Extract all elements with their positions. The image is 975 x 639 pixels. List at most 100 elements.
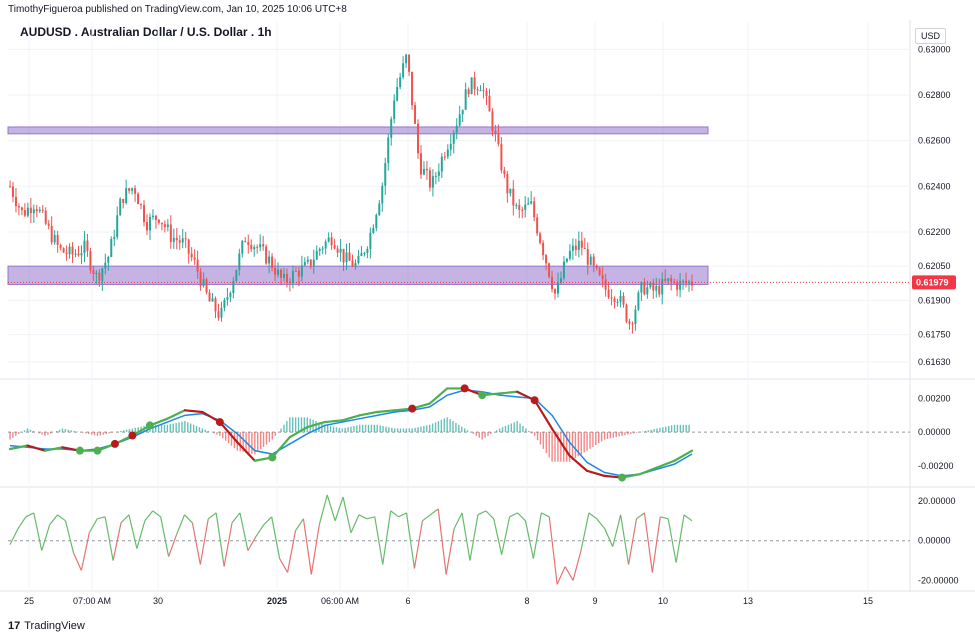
osc-line-segment	[239, 512, 249, 551]
osc-line-segment	[294, 518, 304, 532]
candle-body	[29, 207, 32, 214]
osc-line-segment	[477, 510, 487, 516]
candle-body	[515, 204, 518, 206]
osc-line-segment	[33, 512, 43, 551]
candle-body	[62, 248, 65, 253]
candle-body	[74, 253, 77, 255]
candle-body	[312, 259, 315, 266]
osc-line-segment	[651, 516, 661, 573]
macd-fast-line-segment	[166, 409, 186, 420]
candle-body	[253, 246, 256, 250]
osc-line-segment	[80, 532, 90, 571]
macd-cross-up-marker	[145, 421, 154, 430]
candle-body	[348, 252, 351, 261]
candle-body	[655, 285, 658, 291]
osc-line-segment	[41, 524, 51, 551]
footer: 17 TradingView	[8, 620, 85, 632]
candle-body	[104, 262, 107, 269]
candle-body	[598, 268, 601, 276]
candle-body	[303, 261, 306, 266]
candle-body	[345, 252, 348, 263]
candle-body	[661, 278, 664, 295]
candle-body	[166, 224, 169, 227]
candle-body	[434, 175, 437, 177]
macd-tick-label: -0.00200	[918, 461, 954, 471]
osc-line-segment	[64, 520, 75, 553]
candle-body	[336, 248, 339, 253]
osc-line-segment	[310, 524, 320, 575]
candle-body	[211, 298, 214, 302]
candle-body	[467, 89, 470, 95]
osc-line-segment	[509, 512, 518, 518]
candle-body	[119, 198, 122, 216]
candle-body	[175, 237, 178, 241]
candle-body	[625, 304, 628, 322]
candle-body	[518, 204, 521, 210]
candle-body	[485, 91, 488, 96]
candle-body	[190, 253, 193, 258]
osc-line-segment	[612, 514, 622, 547]
candle-body	[160, 222, 163, 225]
candle-body	[360, 253, 363, 257]
osc-line-segment	[88, 518, 98, 534]
osc-line-segment	[49, 514, 59, 526]
price-tick-label: 0.61630	[918, 357, 951, 367]
osc-line-segment	[627, 518, 638, 565]
osc-line-segment	[580, 512, 590, 551]
candle-body	[613, 298, 616, 303]
candle-body	[297, 270, 300, 277]
candle-body	[306, 259, 309, 262]
candle-body	[196, 259, 199, 272]
candle-body	[154, 215, 157, 220]
time-tick-label: 2025	[267, 596, 287, 606]
osc-line-segment	[501, 516, 511, 555]
candle-body	[664, 278, 667, 281]
candle-body	[143, 205, 146, 223]
osc-line-segment	[398, 512, 407, 518]
candle-body	[556, 282, 559, 294]
candle-body	[140, 204, 143, 206]
candle-body	[122, 198, 125, 203]
macd-fast-line-segment	[638, 466, 659, 476]
candle-body	[440, 156, 443, 172]
candle-body	[339, 248, 342, 253]
candle-body	[214, 298, 217, 312]
candle-body	[324, 241, 327, 249]
candle-body	[548, 263, 551, 277]
osc-line-segment	[136, 520, 146, 549]
candle-body	[500, 143, 503, 171]
osc-line-segment	[461, 512, 471, 561]
price-tick-label: 0.62400	[918, 181, 951, 191]
price-tick-label: 0.62600	[918, 136, 951, 146]
candle-body	[384, 163, 387, 186]
candle-body	[277, 269, 280, 275]
candle-body	[342, 248, 345, 263]
macd-tick-label: 0.00000	[918, 427, 951, 437]
candle-body	[101, 268, 104, 281]
candle-body	[157, 219, 160, 223]
candle-body	[545, 255, 548, 264]
osc-line-segment	[620, 514, 630, 565]
candle-body	[449, 143, 452, 150]
candle-body	[527, 203, 530, 205]
candle-body	[551, 276, 554, 290]
candle-body	[163, 224, 166, 227]
osc-line-segment	[160, 516, 170, 557]
candle-body	[44, 210, 47, 224]
candle-body	[610, 297, 613, 299]
candle-body	[399, 77, 402, 88]
candle-body	[431, 176, 434, 188]
macd-fast-line-segment	[271, 436, 291, 459]
chart-canvas[interactable]: 25 07:00 AM 30 2025 06:00 AM 6 8 9 10 13 15 0.63000…	[0, 0, 975, 639]
osc-line-segment	[286, 530, 297, 573]
candle-body	[574, 245, 577, 250]
osc-line-segment	[17, 516, 27, 530]
candle-body	[11, 186, 14, 197]
price-tick-label: 0.63000	[918, 44, 951, 54]
candle-body	[256, 246, 259, 248]
osc-line-segment	[429, 508, 439, 516]
candle-body	[408, 54, 411, 72]
time-tick-label: 9	[592, 596, 597, 606]
osc-line-segment	[572, 550, 582, 581]
candle-body	[247, 242, 250, 245]
